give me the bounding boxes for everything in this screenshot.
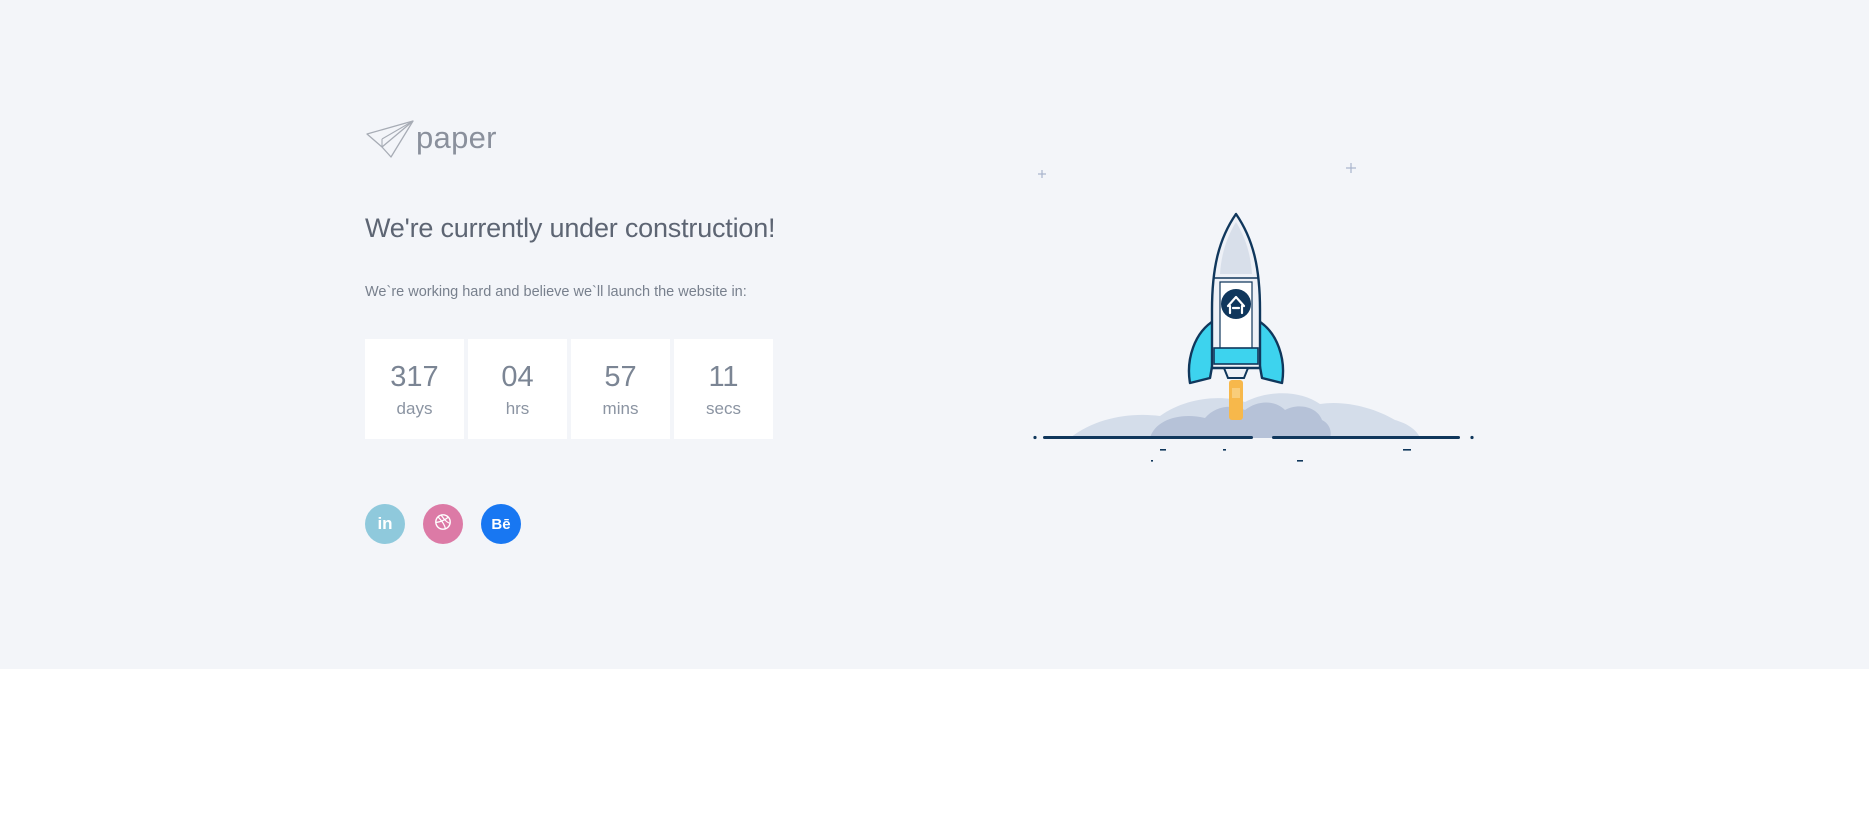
- page-title: We're currently under construction!: [365, 213, 776, 243]
- countdown-value: 317: [390, 361, 439, 393]
- hero-section: paper We're currently under construction…: [0, 0, 1869, 669]
- linkedin-icon: in: [377, 514, 393, 533]
- logo[interactable]: paper: [365, 118, 497, 160]
- social-links: in Bē: [365, 504, 521, 544]
- countdown-label: days: [396, 399, 433, 418]
- countdown-hours: 04 hrs: [468, 339, 567, 439]
- countdown-label: hrs: [505, 399, 530, 418]
- countdown-seconds: 11 secs: [674, 339, 773, 439]
- countdown-days: 317 days: [365, 339, 464, 439]
- launch-subtext: We`re working hard and believe we`ll lau…: [365, 284, 747, 300]
- countdown-label: mins: [602, 399, 639, 418]
- dribbble-button[interactable]: [423, 504, 463, 544]
- countdown-value: 04: [501, 361, 534, 393]
- logo-text: paper: [416, 120, 497, 155]
- countdown-label: secs: [706, 399, 741, 418]
- countdown-value: 11: [708, 361, 739, 393]
- countdown-value: 57: [604, 361, 637, 393]
- dribbble-icon: [434, 513, 452, 536]
- rocket-illustration: [1000, 150, 1520, 480]
- behance-icon: Bē: [491, 515, 511, 533]
- countdown: 317 days 04 hrs 57 mins 11 secs: [365, 339, 773, 439]
- paper-plane-icon: [365, 119, 415, 159]
- linkedin-button[interactable]: in: [365, 504, 405, 544]
- sparkle-icon: [1038, 163, 1356, 178]
- countdown-minutes: 57 mins: [571, 339, 670, 439]
- behance-button[interactable]: Bē: [481, 504, 521, 544]
